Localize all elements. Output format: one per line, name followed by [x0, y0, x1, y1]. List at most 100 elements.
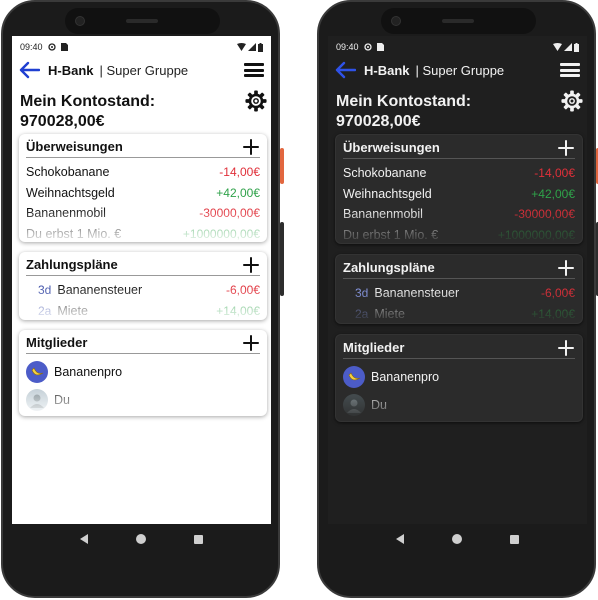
transfers-list: Schokobanane -14,00€ Weihnachtsgeld +42,…	[26, 158, 260, 242]
plan-amount: -6,00€	[225, 283, 260, 298]
settings-sync-icon	[47, 43, 56, 51]
payment-plan-row[interactable]: 2a Miete +14,00€	[26, 301, 260, 321]
transfer-name: Du erbst 1 Mio. €	[343, 227, 439, 242]
transfer-row[interactable]: Bananenmobil -30000,00€	[26, 203, 260, 224]
app-screen-light: 09:40 H-Bank | Super Gruppe Mein Kontost…	[12, 36, 271, 554]
transfers-card-header: Überweisungen	[26, 138, 260, 158]
transfer-row[interactable]: Weihnachtsgeld +42,00€	[343, 184, 575, 205]
plan-name: Miete	[374, 306, 405, 321]
members-title: Mitglieder	[26, 335, 88, 350]
transfer-amount: +42,00€	[531, 186, 575, 201]
system-nav-bar	[328, 524, 587, 554]
transfer-name: Weihnachtsgeld	[26, 185, 115, 200]
plan-name: Bananensteuer	[374, 286, 460, 301]
members-title: Mitglieder	[343, 340, 405, 355]
nav-recents-icon[interactable]	[510, 534, 519, 544]
add-member-plus-icon[interactable]	[557, 339, 575, 357]
add-transfer-plus-icon[interactable]	[242, 138, 260, 156]
transfer-row[interactable]: Du erbst 1 Mio. € +1000000,00€	[26, 224, 260, 243]
gear-icon[interactable]	[561, 90, 583, 112]
transfers-title: Überweisungen	[26, 139, 123, 154]
members-card-header: Mitglieder	[26, 334, 260, 354]
member-row[interactable]: Bananenpro	[26, 358, 260, 386]
transfer-amount: -14,00€	[219, 165, 260, 180]
volume-button	[280, 222, 284, 296]
status-bar: 09:40	[328, 36, 587, 58]
wifi-icon	[237, 43, 246, 51]
add-transfer-plus-icon[interactable]	[557, 139, 575, 157]
payment-plan-row[interactable]: 3d Bananensteuer -6,00€	[26, 280, 260, 301]
balance-section: Mein Kontostand: 970028,00€	[12, 82, 271, 134]
members-card: Mitglieder Bananenpro Du	[335, 334, 583, 422]
member-row[interactable]: Du	[26, 386, 260, 414]
add-payment-plan-plus-icon[interactable]	[557, 259, 575, 277]
add-member-plus-icon[interactable]	[242, 334, 260, 352]
gear-icon[interactable]	[245, 90, 267, 112]
status-time: 09:40	[20, 42, 43, 52]
transfer-row[interactable]: Weihnachtsgeld +42,00€	[26, 183, 260, 204]
member-name: Du	[371, 398, 387, 412]
plan-name: Miete	[57, 303, 88, 318]
plan-amount: +14,00€	[531, 306, 575, 321]
balance-label: Mein Kontostand:	[336, 93, 472, 110]
transfers-card-header: Überweisungen	[343, 139, 575, 159]
transfers-list: Schokobanane -14,00€ Weihnachtsgeld +42,…	[343, 159, 575, 243]
power-button	[280, 148, 284, 184]
wifi-icon	[553, 43, 562, 51]
hamburger-menu-icon[interactable]	[559, 61, 581, 79]
members-list: Bananenpro Du	[343, 359, 575, 421]
hamburger-menu-icon[interactable]	[243, 61, 265, 79]
transfer-name: Schokobanane	[26, 165, 110, 180]
add-payment-plan-plus-icon[interactable]	[242, 256, 260, 274]
payment-plans-title: Zahlungspläne	[26, 257, 118, 272]
payment-plan-row[interactable]: 3d Bananensteuer -6,00€	[343, 283, 575, 304]
nav-back-icon[interactable]	[396, 534, 404, 544]
member-row[interactable]: Bananenpro	[343, 363, 575, 391]
transfer-name: Schokobanane	[343, 166, 427, 181]
transfer-row[interactable]: Schokobanane -14,00€	[343, 163, 575, 184]
transfer-row[interactable]: Du erbst 1 Mio. € +1000000,00€	[343, 225, 575, 244]
balance-value: 970028,00€	[20, 113, 105, 130]
payment-plans-card-header: Zahlungspläne	[26, 256, 260, 276]
arrow-left-icon[interactable]	[334, 61, 356, 79]
nav-home-icon[interactable]	[452, 534, 462, 544]
transfer-amount: +1000000,00€	[497, 227, 575, 242]
plan-interval: 3d	[355, 286, 369, 301]
transfers-card: Überweisungen Schokobanane -14,00€ Weihn…	[335, 134, 583, 244]
member-name: Bananenpro	[54, 365, 123, 379]
member-row[interactable]: Du	[343, 391, 575, 419]
payment-plans-card: Zahlungspläne 3d Bananensteuer -6,00€ 2a M…	[335, 254, 583, 324]
arrow-left-icon[interactable]	[18, 61, 40, 79]
payment-plans-list: 3d Bananensteuer -6,00€ 2a Miete +14,00€	[26, 276, 260, 320]
nav-recents-icon[interactable]	[194, 534, 203, 544]
front-camera-icon	[391, 16, 401, 26]
transfer-row[interactable]: Schokobanane -14,00€	[26, 162, 260, 183]
transfers-card: Überweisungen Schokobanane -14,00€ Weihn…	[19, 134, 267, 242]
transfer-name: Bananenmobil	[26, 206, 106, 221]
banana-avatar-icon	[343, 366, 365, 388]
nav-home-icon[interactable]	[136, 534, 146, 544]
app-bar: H-Bank | Super Gruppe	[12, 58, 271, 82]
plan-interval: 2a	[38, 303, 52, 318]
balance-section: Mein Kontostand: 970028,00€	[328, 82, 587, 134]
payment-plans-card-header: Zahlungspläne	[343, 259, 575, 279]
app-brand-title: H-Bank	[364, 62, 410, 78]
transfer-row[interactable]: Bananenmobil -30000,00€	[343, 204, 575, 225]
payment-plans-card: Zahlungspläne 3d Bananensteuer -6,00€ 2a M…	[19, 252, 267, 320]
earpiece-speaker	[442, 19, 474, 23]
status-time: 09:40	[336, 42, 359, 52]
payment-plans-title: Zahlungspläne	[343, 260, 435, 275]
transfer-amount: -14,00€	[534, 166, 575, 181]
transfer-name: Bananenmobil	[343, 207, 423, 222]
earpiece-speaker	[126, 19, 158, 23]
group-name: | Super Gruppe	[415, 62, 505, 78]
payment-plan-row[interactable]: 2a Miete +14,00€	[343, 304, 575, 324]
battery-icon	[574, 42, 579, 52]
members-list: Bananenpro Du	[26, 354, 260, 416]
payment-plans-list: 3d Bananensteuer -6,00€ 2a Miete +14,00€	[343, 279, 575, 323]
signal-icon	[248, 43, 256, 51]
nav-back-icon[interactable]	[80, 534, 88, 544]
status-bar: 09:40	[12, 36, 271, 58]
member-name: Bananenpro	[371, 370, 440, 384]
member-name: Du	[54, 393, 70, 407]
